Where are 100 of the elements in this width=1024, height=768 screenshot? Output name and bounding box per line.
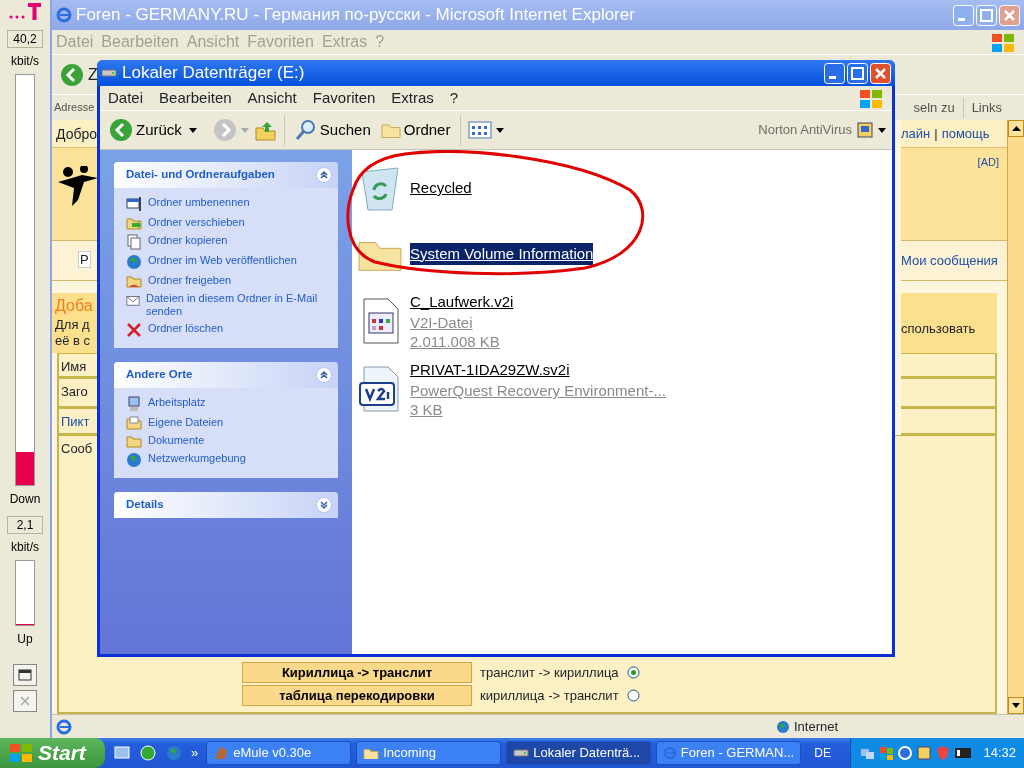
folders-button[interactable]: Ordner <box>377 116 454 144</box>
task-link[interactable]: Ordner umbenennen <box>148 196 250 209</box>
collapse-chevron-icon[interactable] <box>316 167 332 183</box>
globe-icon <box>776 719 790 734</box>
form-label-fragment: Имя <box>61 359 87 374</box>
help-link[interactable]: помощь <box>941 126 990 141</box>
intro-text-fragment: Для д <box>55 317 91 333</box>
figures-logo-icon <box>58 166 98 206</box>
menu-item[interactable]: Favoriten <box>304 86 384 110</box>
task-link[interactable]: Ordner löschen <box>148 322 224 335</box>
file-detail: PowerQuest Recovery Environment-... <box>410 381 666 401</box>
up-rate-unit: kbit/s <box>11 539 39 556</box>
close-button[interactable] <box>870 62 891 84</box>
back-button[interactable]: Zurück <box>106 116 185 144</box>
menu-item[interactable]: Datei <box>100 86 152 110</box>
task-link[interactable]: Dokumente <box>148 434 205 447</box>
expand-chevron-icon[interactable] <box>316 497 332 513</box>
drive-icon <box>101 68 117 78</box>
scroll-up-button[interactable] <box>1008 120 1024 137</box>
antivirus-icon[interactable] <box>856 121 874 139</box>
taskbar-button[interactable]: eMule v0.30e <box>206 741 352 765</box>
menu-item[interactable]: Extras <box>383 86 442 110</box>
address-label: Adresse <box>54 100 95 116</box>
pages-icon <box>126 234 142 250</box>
ad-link[interactable]: [AD] <box>977 156 999 168</box>
option-label: кириллица -> транслит <box>480 686 619 705</box>
globe-icon <box>126 254 142 270</box>
windows-flag-icon <box>990 31 1016 54</box>
computer-icon <box>126 396 142 412</box>
task-link[interactable]: Ordner kopieren <box>148 234 228 247</box>
window-title: Foren - GERMANY.RU - Германия по-русски - Microsoft Internet Explorer <box>76 4 635 27</box>
radio-button[interactable] <box>626 689 640 702</box>
menu-item[interactable]: ? <box>441 86 467 110</box>
search-button[interactable]: Suchen <box>291 116 374 144</box>
window-title: Lokaler Datenträger (E:) <box>122 62 305 85</box>
more-chevron[interactable]: » <box>191 743 199 763</box>
caret-icon <box>1012 703 1020 708</box>
taskbar-button[interactable]: Lokaler Datenträ... <box>506 741 652 765</box>
task-link[interactable]: Dateien in diesem Ordner in E-Mail senden <box>146 292 330 318</box>
panel-header[interactable]: Datei- und Ordneraufgaben <box>114 162 338 188</box>
taskbar-button[interactable]: Foren - GERMAN... <box>656 741 802 765</box>
rename-window-icon <box>126 196 142 212</box>
file-name[interactable]: Recycled <box>410 176 472 200</box>
radio-button[interactable] <box>626 666 640 679</box>
window-icon <box>18 669 32 681</box>
file-detail: V2I-Datei <box>410 313 474 333</box>
translit-button[interactable]: таблица перекодировки <box>242 685 472 706</box>
panel-header[interactable]: Andere Orte <box>114 362 338 388</box>
window-toggle-button[interactable] <box>13 664 37 686</box>
task-link[interactable]: Netzwerkumgebung <box>148 452 246 465</box>
panel-title: Details <box>126 497 164 513</box>
folder-icon <box>126 416 142 430</box>
delete-x-icon <box>126 322 142 338</box>
norton-label[interactable]: Norton AntiVirus <box>758 120 852 140</box>
task-link[interactable]: Eigene Dateien <box>148 416 224 429</box>
menu-item[interactable]: Bearbeiten <box>151 86 240 110</box>
nav-button-fragment[interactable]: Р <box>78 251 91 268</box>
translit-button[interactable]: Кириллица -> транслит <box>242 662 472 683</box>
toolbar-text-fragment: Z <box>88 64 98 85</box>
folder-icon <box>126 434 142 448</box>
caret-up-icon <box>1011 126 1021 131</box>
views-icon[interactable] <box>468 120 493 140</box>
file-name[interactable]: System Volume Information <box>410 242 594 266</box>
ie-icon <box>56 7 72 23</box>
close-icon <box>19 695 31 707</box>
desktop-icon[interactable] <box>113 744 131 762</box>
file-name[interactable]: C_Laufwerk.v2i <box>410 290 514 314</box>
scroll-down-button[interactable] <box>1008 697 1024 714</box>
online-link-fragment[interactable]: лайн <box>901 126 931 141</box>
windows-flag-icon <box>8 742 34 764</box>
language-indicator[interactable]: DE <box>814 744 831 762</box>
maximize-button[interactable] <box>847 62 868 84</box>
task-link[interactable]: Arbeitsplatz <box>148 396 206 409</box>
form-label-fragment: Заго <box>61 384 88 399</box>
go-text-fragment[interactable]: seln zu <box>913 97 955 118</box>
task-link[interactable]: Ordner freigeben <box>148 274 232 287</box>
moving-folder-icon <box>126 216 142 230</box>
links-label[interactable]: Links <box>971 97 1002 118</box>
drive-icon <box>513 748 530 758</box>
intro-text-fragment: спользовать <box>901 321 976 336</box>
start-button[interactable]: Start <box>0 738 105 768</box>
caret-icon <box>878 127 886 133</box>
panel-header[interactable]: Details <box>114 492 338 518</box>
up-label: Up <box>17 631 33 648</box>
zone-label: Internet <box>794 717 840 736</box>
caret-icon <box>240 127 249 133</box>
task-link[interactable]: Ordner im Web veröffentlichen <box>148 254 297 267</box>
meter-tray-icon[interactable] <box>954 746 973 760</box>
minimize-button[interactable] <box>824 62 845 84</box>
collapse-chevron-icon[interactable] <box>316 367 332 383</box>
taskbar-button[interactable]: Incoming <box>356 741 502 765</box>
task-link[interactable]: Ordner verschieben <box>148 216 245 229</box>
up-rate-reading: 2,1 <box>7 516 43 534</box>
logo-icon <box>8 0 42 22</box>
menu-item[interactable]: Ansicht <box>239 86 305 110</box>
tray-app-icon[interactable] <box>916 745 933 761</box>
windows-flag-icon <box>858 87 884 110</box>
folder-icon <box>363 746 380 760</box>
file-name[interactable]: PRIVAT-1IDA29ZW.sv2i <box>410 358 666 382</box>
clock: 14:32 <box>983 744 1016 763</box>
